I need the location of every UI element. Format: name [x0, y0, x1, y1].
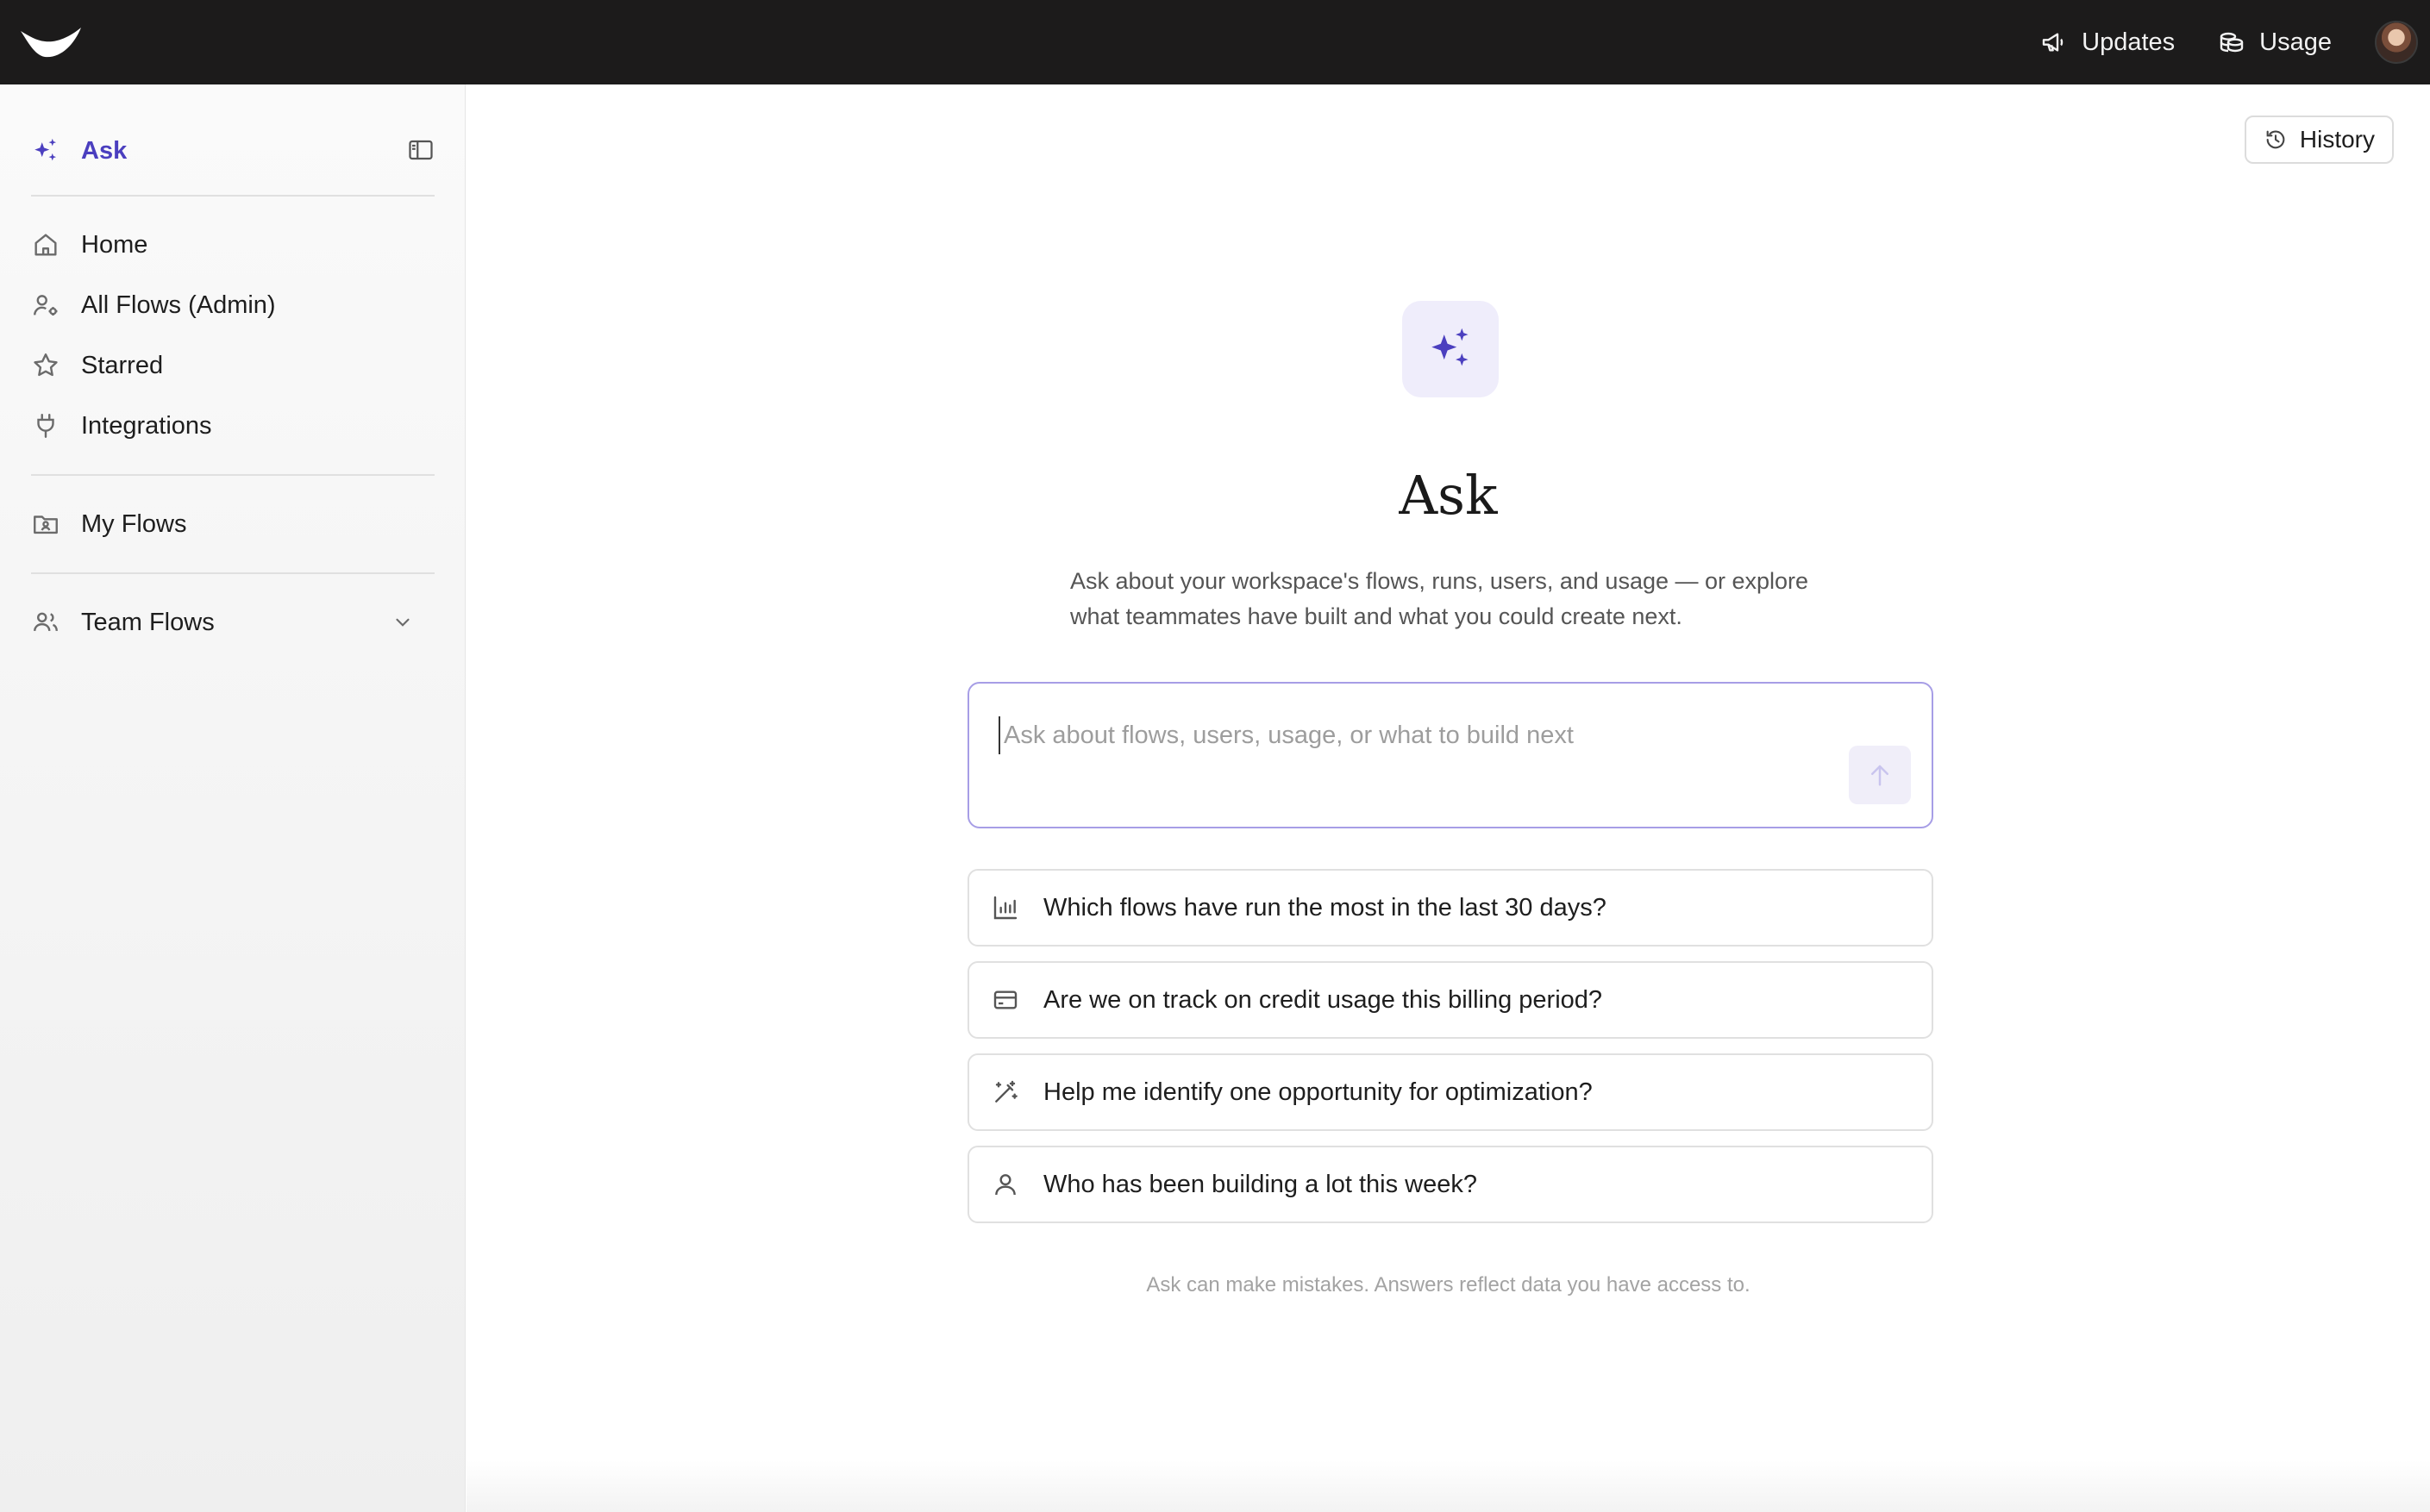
coins-icon: [2220, 32, 2244, 53]
suggestion-item[interactable]: Which flows have run the most in the las…: [968, 869, 1933, 947]
disclaimer-text: Ask can make mistakes. Answers reflect d…: [1146, 1273, 1750, 1296]
usage-label: Usage: [2259, 28, 2332, 56]
sparkle-icon: [1431, 328, 1469, 366]
sidebar-item-label: Team Flows: [81, 608, 215, 636]
megaphone-icon: [2042, 33, 2064, 52]
sidebar-item-starred[interactable]: Starred: [31, 341, 435, 390]
sidebar-item-label: All Flows (Admin): [81, 291, 276, 319]
folder-user-icon: [34, 515, 58, 534]
avatar[interactable]: [2375, 21, 2418, 64]
suggestion-item[interactable]: Who has been building a lot this week?: [968, 1146, 1933, 1223]
user-gear-icon: [34, 295, 58, 316]
plug-icon: [37, 414, 54, 438]
sidebar-item-label: Ask: [81, 136, 128, 165]
sidebar-item-team-flows[interactable]: Team Flows: [31, 598, 435, 647]
usage-button[interactable]: Usage: [2218, 28, 2332, 57]
user-icon: [995, 1174, 1016, 1196]
sidebar-item-label: Home: [81, 230, 148, 259]
chevron-down-icon[interactable]: [391, 611, 414, 634]
sidebar-item-label: My Flows: [81, 509, 187, 538]
sidebar-item-label: Starred: [81, 351, 164, 379]
sidebar-item-all-flows-admin[interactable]: All Flows (Admin): [31, 281, 435, 329]
suggestion-label: Which flows have run the most in the las…: [1043, 893, 1606, 922]
history-label: History: [2299, 126, 2375, 153]
sidebar-item-label: Integrations: [81, 411, 212, 440]
updates-button[interactable]: Updates: [2040, 28, 2175, 57]
magic-wand-icon: [995, 1080, 1018, 1103]
page-description: Ask about your workspace's flows, runs, …: [1070, 568, 1809, 629]
updates-label: Updates: [2082, 28, 2176, 56]
suggestion-item[interactable]: Help me identify one opportunity for opt…: [968, 1053, 1933, 1131]
logo-icon[interactable]: [19, 24, 83, 60]
suggestion-label: Help me identify one opportunity for opt…: [1043, 1078, 1593, 1106]
sidebar-item-ask[interactable]: Ask: [31, 129, 434, 172]
sidebar-toggle-icon[interactable]: [408, 138, 434, 162]
sidebar-divider: [31, 572, 435, 574]
send-button[interactable]: [1849, 746, 1911, 804]
credit-card-icon: [993, 990, 1018, 1009]
sidebar-divider: [31, 195, 435, 197]
home-icon: [34, 234, 57, 256]
sidebar-item-home[interactable]: Home: [31, 221, 435, 269]
hero-icon: [1402, 301, 1499, 397]
arrow-up-icon: [1871, 765, 1888, 786]
suggestion-item[interactable]: Are we on track on credit usage this bil…: [968, 961, 1933, 1039]
sidebar-divider: [31, 474, 435, 476]
sidebar: Ask Home All Flows (Admin) Starred Integ…: [0, 84, 466, 1512]
ask-input[interactable]: [999, 716, 1844, 754]
suggestion-label: Who has been building a lot this week?: [1043, 1170, 1477, 1198]
top-actions: Updates Usage: [2040, 0, 2430, 84]
suggestion-label: Are we on track on credit usage this bil…: [1043, 985, 1603, 1014]
sidebar-item-my-flows[interactable]: My Flows: [31, 500, 435, 548]
top-bar: Updates Usage: [0, 0, 2430, 84]
history-button[interactable]: History: [2244, 116, 2394, 164]
history-icon: [2266, 130, 2285, 149]
prompt-box: [968, 682, 1933, 828]
page-title: Ask: [1399, 464, 1498, 527]
bottom-fade: [467, 1460, 2430, 1512]
main-content: History Ask Ask about your workspace's f…: [467, 84, 2430, 1512]
sparkle-icon: [34, 138, 57, 161]
bar-chart-icon: [993, 896, 1018, 920]
sidebar-item-integrations[interactable]: Integrations: [31, 402, 435, 450]
star-icon: [34, 353, 58, 377]
users-icon: [34, 612, 58, 632]
